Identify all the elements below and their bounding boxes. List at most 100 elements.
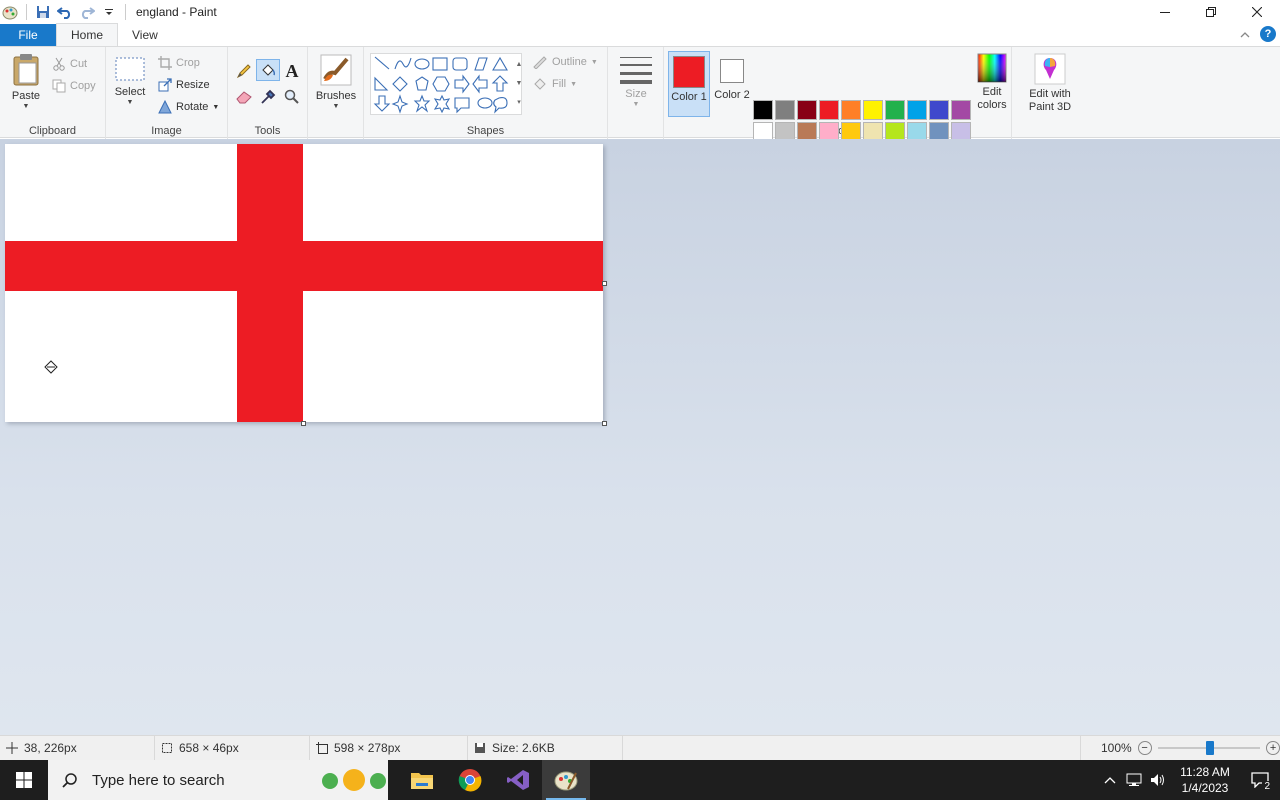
palette-swatch[interactable] — [885, 100, 905, 120]
palette-swatch[interactable] — [819, 100, 839, 120]
size-button[interactable]: Size ▼ — [618, 55, 654, 108]
zoom-out-button[interactable]: − — [1137, 741, 1152, 755]
redo-icon[interactable] — [79, 4, 95, 20]
chevron-down-icon: ▼ — [212, 103, 220, 111]
fill-label: Fill — [552, 78, 567, 90]
tools-group: A Tools — [228, 47, 308, 139]
resize-handle-bottom[interactable] — [301, 421, 306, 426]
network-icon[interactable] — [1122, 773, 1146, 787]
minimize-button[interactable] — [1142, 0, 1188, 24]
image-group-label: Image — [151, 125, 182, 137]
select-label: Select — [114, 86, 146, 98]
search-icon — [62, 773, 77, 788]
weather-widget-icon[interactable] — [316, 765, 388, 795]
show-hidden-icons[interactable] — [1098, 776, 1122, 784]
size-label: Size — [625, 88, 647, 100]
help-icon[interactable]: ? — [1260, 26, 1276, 42]
notification-center-button[interactable]: 2 — [1240, 772, 1280, 792]
shapes-group-label: Shapes — [466, 125, 505, 137]
clipboard-group: Paste ▼ Cut Copy Clipboard — [0, 47, 106, 139]
window-controls — [1142, 0, 1280, 24]
fill-button[interactable]: Fill ▼ — [532, 73, 577, 95]
resize-handle-corner[interactable] — [602, 421, 607, 426]
edit-colors-label: Edit colors — [977, 86, 1007, 111]
line-width-icon — [620, 57, 652, 84]
canvas-workspace — [0, 139, 1280, 735]
start-button[interactable] — [0, 760, 48, 800]
pencil-tool[interactable] — [234, 61, 254, 81]
shapes-scroll[interactable]: ▲ ▼ ▾ — [514, 55, 524, 113]
crop-button[interactable]: Crop — [158, 52, 200, 74]
restore-button[interactable] — [1188, 0, 1234, 24]
undo-icon[interactable] — [57, 4, 73, 20]
collapse-ribbon-icon[interactable] — [1240, 27, 1250, 41]
tab-view[interactable]: View — [118, 24, 172, 46]
close-button[interactable] — [1234, 0, 1280, 24]
resize-button[interactable]: Resize — [158, 74, 210, 96]
taskbar-clock[interactable]: 11:28 AM 1/4/2023 — [1170, 764, 1240, 796]
brushes-button[interactable]: Brushes ▼ — [312, 53, 360, 110]
edit-with-paint3d-label: Edit with Paint 3D — [1028, 88, 1072, 113]
color1-label: Color 1 — [671, 91, 707, 103]
cut-button[interactable]: Cut — [52, 53, 87, 75]
cursor-position: 38, 226px — [0, 735, 155, 761]
palette-swatch[interactable] — [841, 100, 861, 120]
zoom-in-button[interactable]: + — [1266, 741, 1280, 755]
palette-swatch[interactable] — [753, 100, 773, 120]
title-bar: england - Paint — [0, 0, 1280, 24]
shapes-group: ▲ ▼ ▾ Outline ▼ Fill ▼ Shapes — [364, 47, 608, 139]
color2-button[interactable]: Color 2 — [712, 51, 752, 117]
drawing-canvas[interactable] — [5, 144, 603, 422]
eraser-tool[interactable] — [234, 87, 254, 107]
palette-swatch[interactable] — [907, 100, 927, 120]
chevron-down-icon: ▼ — [590, 58, 598, 66]
palette-swatch[interactable] — [863, 100, 883, 120]
volume-icon[interactable] — [1146, 773, 1170, 787]
palette-swatch[interactable] — [797, 100, 817, 120]
outline-button[interactable]: Outline ▼ — [532, 51, 598, 73]
palette-swatch[interactable] — [929, 100, 949, 120]
edit-with-paint3d-button[interactable]: Edit with Paint 3D — [1018, 53, 1082, 114]
zoom-control: 100% − + — [1080, 735, 1280, 761]
paste-button[interactable]: Paste ▼ — [6, 53, 46, 110]
image-size-text: 598 × 278px — [334, 741, 401, 755]
color1-swatch — [673, 56, 705, 88]
taskbar-chrome[interactable] — [446, 760, 494, 800]
pencil-icon — [236, 64, 251, 79]
tab-file[interactable]: File — [0, 24, 56, 46]
fill-tool[interactable] — [256, 59, 280, 81]
copy-button[interactable]: Copy — [52, 75, 96, 97]
text-tool[interactable]: A — [282, 61, 302, 81]
color1-button[interactable]: Color 1 — [668, 51, 710, 117]
separator — [26, 4, 27, 20]
rotate-button[interactable]: Rotate ▼ — [158, 96, 219, 118]
tools-group-label: Tools — [254, 125, 281, 137]
clipboard-group-label: Clipboard — [28, 125, 77, 137]
select-button[interactable]: Select ▼ — [112, 55, 148, 106]
palette-swatch[interactable] — [951, 100, 971, 120]
window-title: england - Paint — [136, 5, 217, 19]
ribbon: Paste ▼ Cut Copy Clipboard Select ▼ Crop… — [0, 46, 1280, 164]
magnifier-icon — [284, 89, 299, 104]
taskbar-file-explorer[interactable] — [398, 760, 446, 800]
color-picker-tool[interactable] — [258, 87, 278, 107]
paint-icon — [554, 771, 578, 791]
fill-bucket-icon — [262, 64, 276, 76]
customize-toolbar-icon[interactable] — [101, 4, 117, 20]
taskbar-visual-studio[interactable] — [494, 760, 542, 800]
magnifier-tool[interactable] — [282, 87, 302, 107]
edit-colors-button[interactable]: Edit colors — [972, 53, 1012, 112]
palette-swatch[interactable] — [775, 100, 795, 120]
zoom-slider[interactable] — [1157, 741, 1261, 755]
selection-size-text: 658 × 46px — [179, 741, 239, 755]
shapes-gallery[interactable] — [370, 53, 522, 115]
flag-horizontal-bar — [5, 241, 603, 291]
color2-swatch — [720, 59, 744, 83]
zoom-slider-thumb[interactable] — [1205, 741, 1214, 755]
paint-app-icon[interactable] — [2, 4, 18, 20]
tab-home[interactable]: Home — [56, 23, 119, 46]
save-icon[interactable] — [35, 4, 51, 20]
taskbar-paint[interactable] — [542, 760, 590, 800]
resize-handle-right[interactable] — [602, 281, 607, 286]
taskbar-search-box[interactable]: Type here to search — [48, 760, 388, 800]
